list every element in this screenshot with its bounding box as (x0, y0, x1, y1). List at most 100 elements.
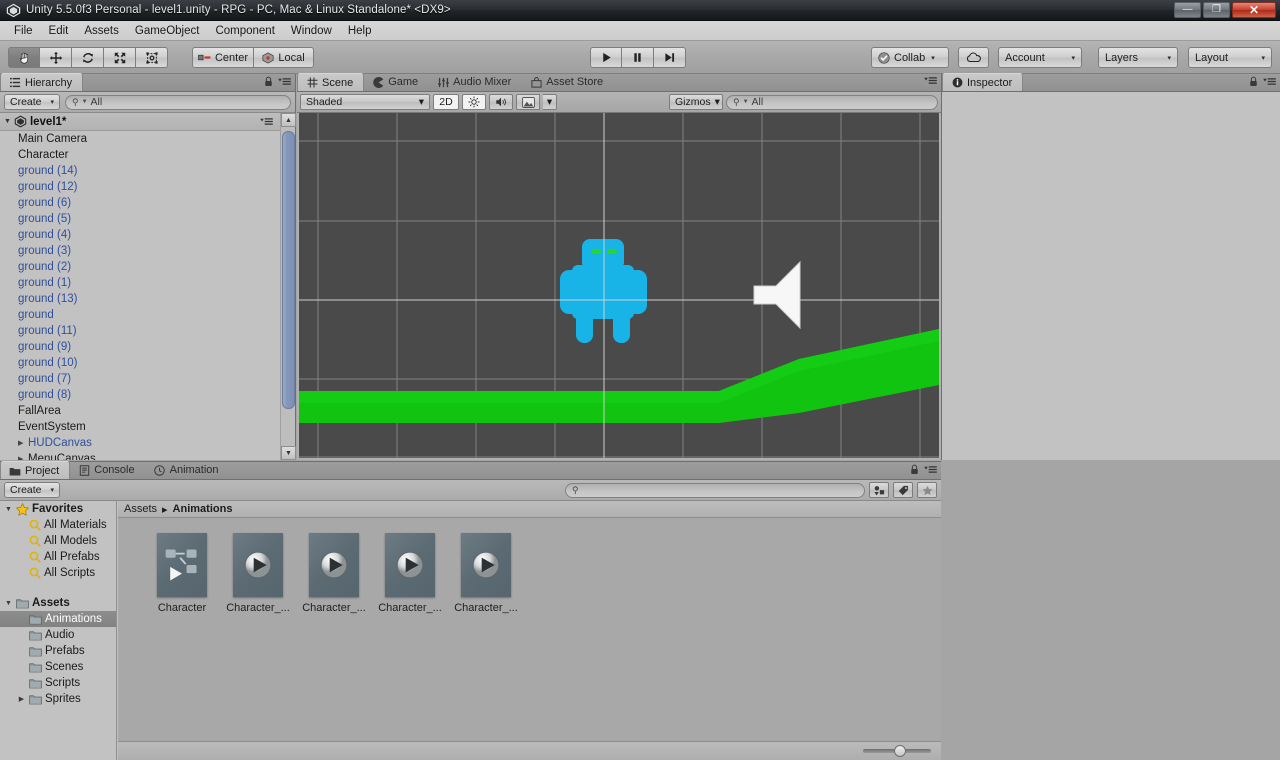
restore-button[interactable]: ❐ (1203, 2, 1230, 18)
hierarchy-item[interactable]: ground (2) (0, 259, 281, 275)
hierarchy-item[interactable]: ground (6) (0, 195, 281, 211)
menu-window[interactable]: Window (283, 23, 340, 39)
chevron-down-icon[interactable]: ▼ (4, 506, 13, 513)
project-tree-folder[interactable]: Prefabs (0, 643, 116, 659)
toggle-2d-button[interactable]: 2D (433, 94, 459, 110)
project-tree-favorites[interactable]: ▼Favorites (0, 501, 116, 517)
tab-inspector[interactable]: Inspector (942, 73, 1023, 91)
filter-by-type-button[interactable] (869, 482, 889, 498)
menu-help[interactable]: Help (340, 23, 380, 39)
hierarchy-scene-row[interactable]: ▼ level1* (0, 113, 295, 131)
project-tree-favorite-item[interactable]: All Models (0, 533, 116, 549)
lock-icon[interactable] (1249, 76, 1258, 87)
rotate-tool[interactable] (72, 47, 104, 68)
asset-zoom-slider[interactable] (863, 744, 931, 758)
space-mode-button[interactable]: Local (254, 47, 314, 68)
asset-item[interactable]: Character_... (448, 533, 524, 741)
hierarchy-item[interactable]: ground (14) (0, 163, 281, 179)
scroll-thumb[interactable] (282, 131, 295, 409)
hierarchy-item[interactable]: ground (13) (0, 291, 281, 307)
pause-button[interactable] (622, 47, 654, 68)
hierarchy-item[interactable]: ground (1) (0, 275, 281, 291)
hierarchy-item[interactable]: ▶HUDCanvas (0, 435, 281, 451)
project-create-button[interactable]: Create ▾ (4, 482, 60, 498)
scale-tool[interactable] (104, 47, 136, 68)
hierarchy-item[interactable]: Main Camera (0, 131, 281, 147)
hierarchy-item[interactable]: ground (5) (0, 211, 281, 227)
breadcrumb-root[interactable]: Assets (124, 503, 157, 515)
effects-dropdown[interactable]: ▾ (543, 94, 557, 110)
collab-button[interactable]: Collab ▾ (871, 47, 949, 68)
menu-edit[interactable]: Edit (41, 23, 77, 39)
play-button[interactable] (590, 47, 622, 68)
draw-mode-dropdown[interactable]: Shaded ▾ (300, 94, 430, 110)
hierarchy-item[interactable]: Character (0, 147, 281, 163)
tab-asset-store[interactable]: Asset Store (522, 73, 614, 91)
project-folder-tree[interactable]: ▼FavoritesAll MaterialsAll ModelsAll Pre… (0, 501, 117, 760)
close-button[interactable]: ✕ (1232, 2, 1276, 18)
hierarchy-item[interactable]: ground (9) (0, 339, 281, 355)
chevron-down-icon[interactable]: ▼ (4, 600, 13, 607)
menu-file[interactable]: File (6, 23, 41, 39)
audio-toggle[interactable] (489, 94, 513, 110)
tab-audio-mixer[interactable]: Audio Mixer (429, 73, 522, 91)
cloud-button[interactable] (958, 47, 989, 68)
tab-hierarchy[interactable]: Hierarchy (0, 73, 83, 91)
menu-assets[interactable]: Assets (76, 23, 127, 39)
hierarchy-item[interactable]: ground (8) (0, 387, 281, 403)
project-tree-folder[interactable]: Scripts (0, 675, 116, 691)
asset-item[interactable]: Character_... (296, 533, 372, 741)
project-tree-folder[interactable]: Audio (0, 627, 116, 643)
project-tree-folder[interactable]: Scenes (0, 659, 116, 675)
layers-dropdown[interactable]: Layers ▾ (1098, 47, 1178, 68)
tab-project[interactable]: Project (0, 461, 70, 479)
layout-dropdown[interactable]: Layout ▾ (1188, 47, 1272, 68)
tab-game[interactable]: Game (364, 73, 429, 91)
project-tree-assets[interactable]: ▼Assets (0, 595, 116, 611)
lock-icon[interactable] (910, 464, 919, 475)
asset-item[interactable]: Character_... (220, 533, 296, 741)
panel-menu-icon[interactable] (924, 76, 937, 85)
panel-menu-icon[interactable] (278, 77, 291, 86)
tab-console[interactable]: Console (70, 461, 145, 479)
project-tree-favorite-item[interactable]: All Scripts (0, 565, 116, 581)
hierarchy-item[interactable]: ground (12) (0, 179, 281, 195)
filter-favorite-button[interactable] (917, 482, 937, 498)
hierarchy-item[interactable]: ground (4) (0, 227, 281, 243)
hierarchy-item[interactable]: ground (7) (0, 371, 281, 387)
scroll-down-button[interactable]: ▼ (281, 446, 296, 460)
panel-menu-icon[interactable] (1263, 77, 1276, 86)
effects-toggle[interactable] (516, 94, 540, 110)
hierarchy-item[interactable]: EventSystem (0, 419, 281, 435)
chevron-down-icon[interactable]: ▼ (4, 118, 11, 125)
tab-scene[interactable]: Scene (297, 73, 364, 91)
project-search-input[interactable]: ⚲ (565, 483, 865, 498)
chevron-right-icon[interactable]: ▶ (18, 439, 23, 447)
chevron-right-icon[interactable]: ▶ (18, 455, 23, 460)
hierarchy-item[interactable]: ground (11) (0, 323, 281, 339)
step-button[interactable] (654, 47, 686, 68)
slider-knob[interactable] (894, 745, 906, 757)
project-tree-folder[interactable]: ▶Sprites (0, 691, 116, 707)
hierarchy-search-input[interactable]: ⚲ ▼ All (65, 95, 291, 110)
hierarchy-item[interactable]: ground (0, 307, 281, 323)
project-tree-favorite-item[interactable]: All Materials (0, 517, 116, 533)
hierarchy-item[interactable]: ▶MenuCanvas (0, 451, 281, 460)
panel-menu-icon[interactable] (924, 465, 937, 474)
asset-item[interactable]: Character (144, 533, 220, 741)
filter-by-label-button[interactable] (893, 482, 913, 498)
hierarchy-item[interactable]: FallArea (0, 403, 281, 419)
asset-grid[interactable]: CharacterCharacter_...Character_...Chara… (118, 519, 941, 741)
hierarchy-scrollbar[interactable]: ▲ ▼ (280, 113, 295, 460)
asset-item[interactable]: Character_... (372, 533, 448, 741)
scene-viewport[interactable] (299, 113, 939, 458)
scroll-up-button[interactable]: ▲ (281, 113, 296, 127)
lighting-toggle[interactable] (462, 94, 486, 110)
menu-gameobject[interactable]: GameObject (127, 23, 208, 39)
chevron-right-icon[interactable]: ▶ (17, 695, 26, 703)
panel-menu-icon[interactable] (260, 117, 273, 126)
pivot-mode-button[interactable]: Center (192, 47, 254, 68)
tab-animation[interactable]: Animation (146, 461, 230, 479)
menu-component[interactable]: Component (207, 23, 282, 39)
minimize-button[interactable]: — (1174, 2, 1201, 18)
